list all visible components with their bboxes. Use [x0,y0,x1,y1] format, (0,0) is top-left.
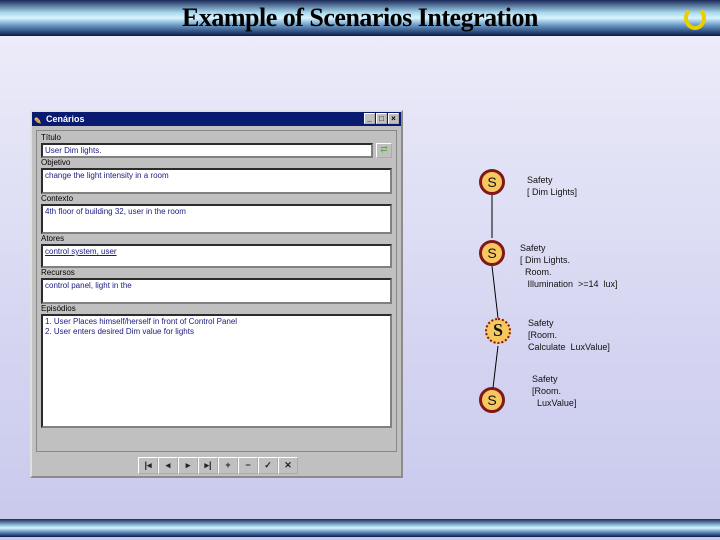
node-label: Safety [ Dim Lights. Room. Illumination … [520,243,618,289]
slide-footer [0,519,720,537]
scenario-node[interactable]: S [479,387,505,413]
scenario-node[interactable]: S [479,169,505,195]
link-line [492,345,499,389]
scenario-node[interactable]: S [485,318,511,344]
node-label: Safety [Room. LuxValue] [532,374,577,408]
link-line [491,265,499,319]
scenario-node[interactable]: S [479,240,505,266]
node-label: Safety [ Dim Lights] [527,175,578,197]
node-label: Safety [Room. Calculate LuxValue] [528,318,610,352]
